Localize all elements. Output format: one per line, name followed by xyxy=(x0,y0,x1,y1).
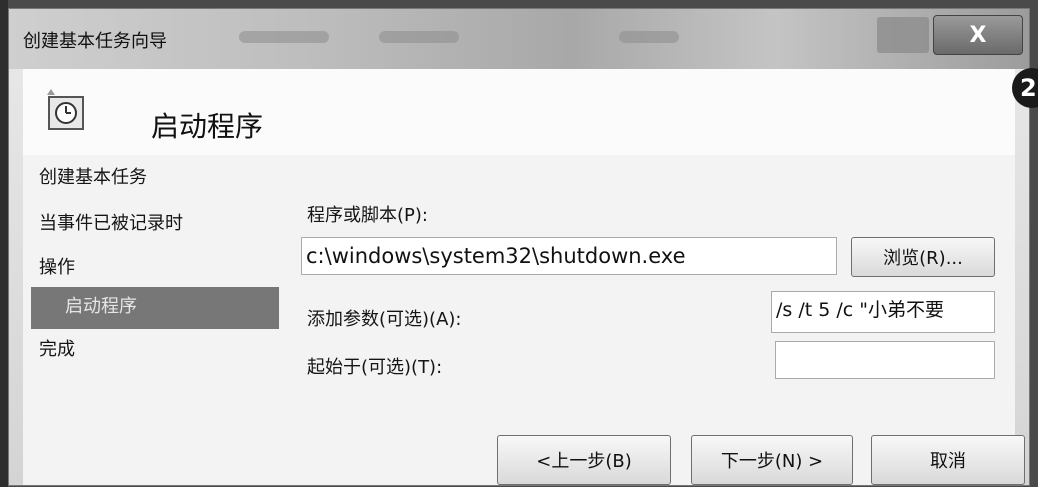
nav-step-trigger[interactable]: 当事件已被记录时 xyxy=(39,209,183,235)
title-bar-decoration xyxy=(379,31,459,43)
title-bar[interactable]: 创建基本任务向导 X xyxy=(9,9,1029,69)
title-bar-decoration xyxy=(619,31,679,43)
wizard-content: 创建基本任务 当事件已被记录时 操作 启动程序 完成 程序或脚本(P): c:\… xyxy=(23,155,1025,485)
program-script-input[interactable]: c:\windows\system32\shutdown.exe xyxy=(301,237,837,275)
next-button[interactable]: 下一步(N) > xyxy=(691,435,853,485)
window-title: 创建基本任务向导 xyxy=(23,31,167,52)
background-edge xyxy=(0,0,8,487)
nav-step-create-basic-task[interactable]: 创建基本任务 xyxy=(39,163,147,189)
wizard-header: 启动程序 xyxy=(23,69,1015,156)
wizard-steps-nav: 创建基本任务 当事件已被记录时 操作 启动程序 完成 xyxy=(23,155,281,485)
maximize-button[interactable] xyxy=(877,17,929,53)
arguments-input[interactable]: /s /t 5 /c "小弟不要 xyxy=(771,291,995,333)
program-script-label: 程序或脚本(P): xyxy=(307,205,428,226)
cancel-button[interactable]: 取消 xyxy=(871,435,1025,485)
nav-step-finish[interactable]: 完成 xyxy=(39,335,75,361)
create-basic-task-wizard-window: 创建基本任务向导 X 启动程序 创建基本任务 当事件已被记录时 操作 启动程序 … xyxy=(8,8,1030,486)
title-bar-decoration xyxy=(239,31,329,43)
close-button[interactable]: X xyxy=(933,15,1023,55)
arguments-label: 添加参数(可选)(A): xyxy=(307,309,462,330)
close-icon: X xyxy=(969,22,987,48)
scheduled-task-clock-icon xyxy=(47,89,84,130)
start-in-label: 起始于(可选)(T): xyxy=(307,357,443,378)
back-button[interactable]: <上一步(B) xyxy=(497,435,671,485)
start-in-input[interactable] xyxy=(775,341,995,379)
page-title: 启动程序 xyxy=(151,110,264,143)
nav-step-action[interactable]: 操作 xyxy=(39,253,75,279)
nav-step-start-program[interactable]: 启动程序 xyxy=(31,287,279,329)
browse-button[interactable]: 浏览(R)... xyxy=(851,237,995,277)
